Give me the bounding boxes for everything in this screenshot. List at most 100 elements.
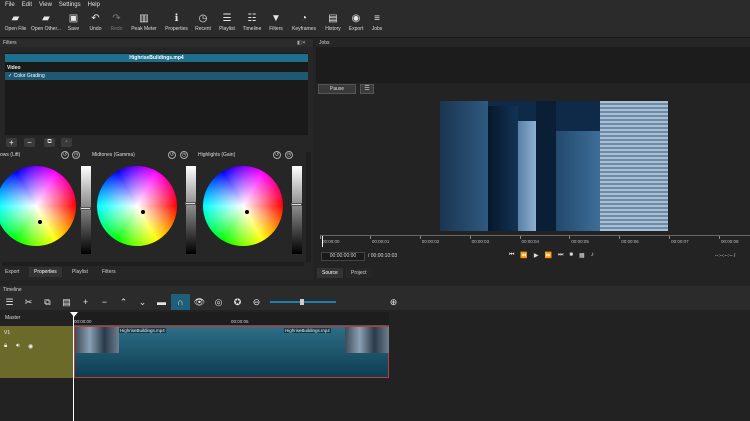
toolbar-label: Jobs bbox=[371, 26, 383, 32]
jobs-menu-icon[interactable]: ☰ bbox=[360, 84, 374, 94]
toolbar-keyframes-button[interactable]: ◔ Keyframes bbox=[288, 10, 320, 38]
ruler-label: 00:00:02 bbox=[421, 239, 440, 244]
zoom-slider-thumb[interactable] bbox=[300, 299, 304, 305]
toolbar-label: Open Other... bbox=[30, 26, 62, 32]
remove-filter-button[interactable]: − bbox=[24, 138, 35, 147]
tab-source[interactable]: Source bbox=[317, 268, 343, 278]
timeline-clip[interactable]: HighriseBuildings.mp4 HighriseBuildings.… bbox=[74, 326, 389, 378]
menu-file[interactable]: File bbox=[5, 2, 15, 8]
timeline-menu-icon[interactable]: ☰ bbox=[0, 294, 19, 310]
filters-hscrollbar[interactable] bbox=[2, 262, 304, 266]
keyframe-icon[interactable]: ◷ bbox=[72, 151, 80, 159]
keyframe-icon[interactable]: ◷ bbox=[285, 151, 293, 159]
track-header-v1[interactable]: V1 🔒︎ 🔊︎ ◉ bbox=[0, 326, 73, 378]
zoom-in-icon[interactable]: ⊕ bbox=[384, 294, 403, 310]
ruler-label: 00:00:07 bbox=[671, 239, 689, 244]
tab-filters[interactable]: Filters bbox=[97, 267, 121, 277]
ripple-icon[interactable]: ◎ bbox=[209, 294, 228, 310]
toolbar-undo-button[interactable]: ↶ Undo bbox=[85, 10, 106, 38]
rewind-icon[interactable]: ⏪ bbox=[520, 252, 527, 259]
copy-icon[interactable]: ⧉ bbox=[38, 294, 57, 310]
tab-properties[interactable]: Properties bbox=[29, 267, 62, 277]
ruler-tick bbox=[719, 236, 721, 239]
pause-button[interactable]: Pause bbox=[318, 84, 356, 94]
color-wheel-highlights[interactable] bbox=[203, 166, 283, 246]
stop-icon[interactable]: ■ bbox=[569, 252, 573, 259]
folder-icon: ▰ bbox=[11, 13, 20, 24]
tab-playlist[interactable]: Playlist bbox=[67, 267, 93, 277]
toolbar-redo-button[interactable]: ↷ Redo bbox=[108, 10, 125, 38]
scrub-icon[interactable]: 👁 bbox=[190, 294, 209, 310]
lift-value-slider[interactable] bbox=[81, 166, 91, 254]
timeline-ruler[interactable]: 00:00:00 00:00:05 bbox=[74, 312, 389, 326]
menu-edit[interactable]: Edit bbox=[22, 2, 32, 8]
toolbar-open-file-button[interactable]: ▰ Open File bbox=[3, 10, 28, 38]
split-icon[interactable]: ▬ bbox=[152, 294, 171, 310]
copy-filter-button[interactable]: ⧉ bbox=[44, 138, 55, 147]
lock-icon[interactable]: 🔒︎ bbox=[4, 343, 7, 350]
zoom-slider[interactable] bbox=[270, 299, 336, 305]
reset-icon[interactable]: ↺ bbox=[61, 151, 69, 159]
filter-item-color-grading[interactable]: ✓ Color Grading bbox=[5, 72, 308, 80]
lift-slider-thumb[interactable] bbox=[80, 207, 91, 210]
toolbar-open-other-button[interactable]: ▰ Open Other... bbox=[30, 10, 62, 38]
fast-forward-icon[interactable]: ⏩ bbox=[545, 252, 552, 259]
zoom-out-icon[interactable]: ⊖ bbox=[247, 294, 266, 310]
ripple-all-icon[interactable]: ✪ bbox=[228, 294, 247, 310]
color-wheel-midtones[interactable] bbox=[97, 166, 177, 246]
cut-icon[interactable]: ✂ bbox=[19, 294, 38, 310]
overwrite-icon[interactable]: ⌄ bbox=[133, 294, 152, 310]
playhead[interactable] bbox=[73, 312, 74, 421]
wheel-handle-lift[interactable] bbox=[38, 220, 42, 224]
paste-filter-button[interactable]: ▪ bbox=[61, 138, 72, 147]
ripple-delete-icon[interactable]: − bbox=[95, 294, 114, 310]
tab-export[interactable]: Export bbox=[0, 267, 25, 277]
toolbar-playlist-button[interactable]: ☰ Playlist bbox=[216, 10, 238, 38]
toolbar-label: Filters bbox=[269, 26, 283, 32]
add-filter-button[interactable]: + bbox=[6, 138, 17, 147]
timeline-icon: ☷ bbox=[247, 13, 257, 24]
toolbar-save-button[interactable]: ▣ Save bbox=[64, 10, 83, 38]
toolbar-timeline-button[interactable]: ☷ Timeline bbox=[240, 10, 264, 38]
midtones-value-slider[interactable] bbox=[186, 166, 196, 254]
paste-icon[interactable]: ▤ bbox=[57, 294, 76, 310]
append-icon[interactable]: + bbox=[76, 294, 95, 310]
player-playhead[interactable] bbox=[322, 236, 323, 247]
current-time-field[interactable]: 00:00:00:00 bbox=[321, 252, 365, 261]
highlights-value-slider[interactable] bbox=[292, 166, 302, 254]
reset-icon[interactable]: ↺ bbox=[168, 151, 176, 159]
skip-start-icon[interactable]: ⏮ bbox=[509, 252, 514, 259]
lift-icon[interactable]: ⌃ bbox=[114, 294, 133, 310]
checkbox-icon[interactable]: ✓ bbox=[8, 73, 12, 79]
ruler-tick bbox=[619, 236, 621, 239]
mute-icon[interactable]: 🔊︎ bbox=[16, 343, 20, 350]
menu-view[interactable]: View bbox=[39, 2, 52, 8]
play-icon[interactable]: ▶ bbox=[534, 252, 539, 259]
highlights-slider-thumb[interactable] bbox=[291, 203, 302, 206]
volume-icon[interactable]: ♪ bbox=[591, 252, 594, 259]
save-icon: ▣ bbox=[68, 13, 79, 24]
menu-help[interactable]: Help bbox=[88, 2, 100, 8]
toolbar-history-button[interactable]: ▤ History bbox=[322, 10, 344, 38]
eye-icon[interactable]: ◉ bbox=[28, 343, 33, 350]
reset-icon[interactable]: ↺ bbox=[273, 151, 281, 159]
playhead-marker-icon[interactable] bbox=[70, 312, 78, 317]
keyframe-icon[interactable]: ◷ bbox=[180, 151, 188, 159]
midtones-slider-thumb[interactable] bbox=[185, 202, 196, 205]
player-ruler[interactable]: 00:00:00 00:00:01 00:00:02 00:00:03 00:00:04… bbox=[320, 235, 750, 247]
snap-icon[interactable]: ∩ bbox=[171, 294, 190, 310]
toolbar-export-button[interactable]: ◉ Export bbox=[346, 10, 366, 38]
skip-end-icon[interactable]: ⏭ bbox=[558, 252, 563, 259]
toolbar-filters-button[interactable]: ▼ Filters bbox=[266, 10, 286, 38]
toolbar-jobs-button[interactable]: ≡ Jobs bbox=[368, 10, 386, 38]
main-toolbar: ▰ Open File ▰ Open Other... ▣ Save ↶ Undo ↷ Redo ▥… bbox=[0, 10, 750, 38]
toolbar-peak-meter-button[interactable]: ▥ Peak Meter bbox=[127, 10, 161, 38]
filters-scrollbar[interactable] bbox=[306, 152, 311, 262]
menu-settings[interactable]: Settings bbox=[59, 2, 81, 8]
grid-icon[interactable]: ▦ bbox=[579, 252, 585, 259]
tab-project[interactable]: Project bbox=[346, 268, 372, 278]
toolbar-recent-button[interactable]: ◷ Recent bbox=[192, 10, 214, 38]
toolbar-properties-button[interactable]: ℹ Properties bbox=[163, 10, 190, 38]
toolbar-label: Save bbox=[67, 26, 80, 32]
dock-controls-icon[interactable]: ◧✕ bbox=[297, 40, 306, 46]
